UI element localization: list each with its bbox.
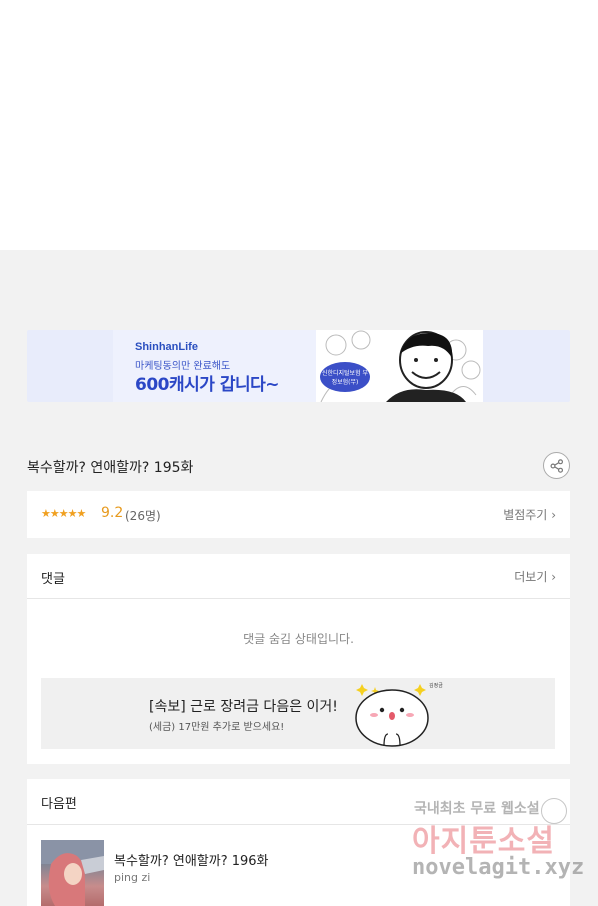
next-episode-thumbnail[interactable] bbox=[41, 840, 104, 906]
comment-hidden-message: 댓글 숨김 상태입니다. bbox=[243, 632, 354, 646]
ad-banner-content[interactable]: ShinhanLife 마케팅동의만 완료해도 600캐시가 갑니다~ 신한디지… bbox=[113, 330, 483, 402]
ad-subtitle: (세금) 17만원 추가로 받으세요! bbox=[149, 722, 285, 733]
next-label: 다음편 bbox=[41, 797, 77, 812]
banner-brand: ShinhanLife bbox=[135, 341, 198, 353]
rating-card: ★★★★★ 9.2 (26명) 별점주기 › bbox=[27, 491, 570, 538]
next-episode-title[interactable]: 복수할까? 연애할까? 196화 bbox=[114, 850, 269, 869]
mascot-icon bbox=[355, 684, 429, 747]
mascot-tag: 김정금 bbox=[429, 683, 443, 689]
content-area-top bbox=[0, 0, 598, 250]
comment-card: 댓글 더보기 › 댓글 숨김 상태입니다. [속보] 근로 장려금 다음은 이거… bbox=[27, 554, 570, 764]
episode-title: 복수할까? 연애할까? 195화 bbox=[27, 460, 194, 476]
rate-button[interactable]: 별점주기 › bbox=[503, 506, 556, 523]
ad-banner[interactable]: ShinhanLife 마케팅동의만 완료해도 600캐시가 갑니다~ 신한디지… bbox=[27, 330, 570, 402]
banner-badge: 신한디지털보험 부정보험(무) bbox=[320, 362, 370, 392]
rate-label: 별점주기 bbox=[503, 508, 548, 522]
banner-headline: 600캐시가 갑니다~ bbox=[135, 375, 280, 395]
next-episode-author: ping zi bbox=[114, 871, 151, 884]
rating-score: 9.2 bbox=[101, 505, 124, 521]
comment-label: 댓글 bbox=[41, 572, 65, 587]
ad-title: [속보] 근로 장려금 다음은 이거! bbox=[149, 699, 338, 715]
share-button[interactable] bbox=[543, 452, 570, 479]
rating-stars: ★★★★★ bbox=[41, 507, 86, 520]
next-episode-card: 다음편 복수할까? 연애할까? 196화 ping zi bbox=[27, 779, 570, 906]
chevron-right-icon: › bbox=[551, 570, 556, 584]
rating-count: (26명) bbox=[125, 509, 161, 523]
banner-illustration: 신한디지털보험 부정보험(무) bbox=[316, 330, 483, 402]
more-label: 더보기 bbox=[514, 570, 548, 584]
comment-ad-box[interactable]: [속보] 근로 장려금 다음은 이거! (세금) 17만원 추가로 받으세요! … bbox=[41, 678, 555, 749]
comment-more-button[interactable]: 더보기 › bbox=[514, 568, 556, 585]
comment-header: 댓글 더보기 › bbox=[27, 554, 570, 599]
episode-title-row: 복수할까? 연애할까? 195화 bbox=[27, 452, 570, 480]
share-icon bbox=[550, 458, 563, 473]
chevron-right-icon: › bbox=[551, 508, 556, 522]
next-header: 다음편 bbox=[27, 779, 570, 825]
